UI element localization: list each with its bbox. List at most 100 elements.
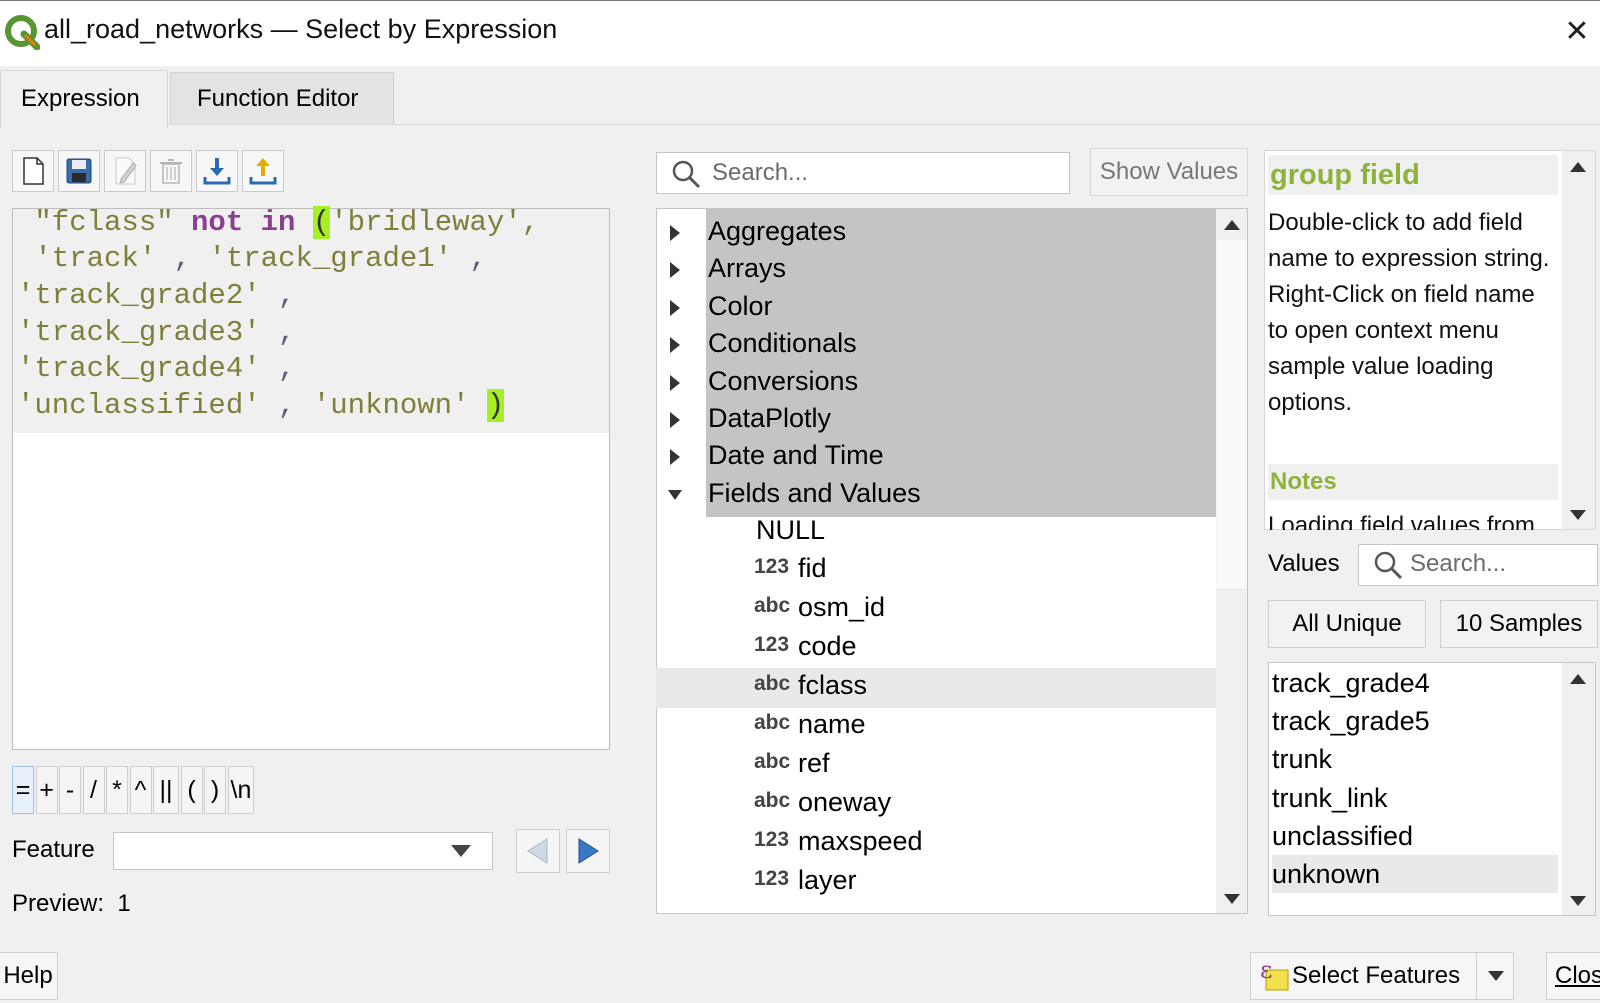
expression-token: ( (312, 206, 331, 239)
select-features-label: Select Features (1292, 962, 1461, 989)
expression-token: , (260, 279, 296, 312)
tree-group-label: Fields and Values (708, 477, 921, 508)
delete-expression-button[interactable] (150, 150, 192, 192)
function-tree-scroll-thumb[interactable] (1217, 240, 1246, 590)
help-notes-text: Loading field values from (1268, 512, 1535, 530)
operator-concat-button[interactable]: || (153, 766, 179, 814)
help-title: group field (1268, 155, 1558, 195)
tree-group-label: DataPlotly (708, 403, 832, 433)
expression-token: 'unclassified' (17, 389, 261, 422)
chevron-right-icon[interactable] (668, 261, 682, 279)
tree-group-arrays[interactable]: Arrays (656, 251, 1216, 289)
expression-line: 'track' , 'track_grade1' , (17, 240, 487, 277)
arrow-left-icon (527, 838, 548, 864)
tree-field-osm_id[interactable]: abc osm_id (656, 590, 1216, 630)
import-expression-button[interactable] (196, 150, 238, 192)
value-item[interactable]: unknown (1272, 855, 1558, 893)
scroll-down-icon[interactable] (1568, 894, 1588, 908)
value-item[interactable]: trunk (1272, 740, 1558, 778)
tree-field-oneway[interactable]: abc oneway (656, 785, 1216, 825)
operator-close-paren-button[interactable]: ) (204, 766, 226, 814)
chevron-right-icon[interactable] (668, 299, 682, 317)
chevron-right-icon[interactable] (668, 224, 682, 242)
tab-expression[interactable]: Expression (0, 70, 168, 128)
tree-field-fid[interactable]: 123 fid (656, 551, 1216, 591)
preview-value: 1 (117, 890, 131, 917)
edit-expression-button[interactable] (104, 150, 146, 192)
tree-group-dataplotly[interactable]: DataPlotly (656, 401, 1216, 439)
close-window-icon[interactable]: ✕ (1560, 12, 1594, 52)
tree-group-date-and-time[interactable]: Date and Time (656, 438, 1216, 476)
scroll-down-icon[interactable] (1568, 508, 1588, 522)
operator-multiply-button[interactable]: * (106, 766, 128, 814)
expression-token: 'track' (17, 242, 157, 275)
operator-plus-button[interactable]: + (35, 766, 58, 814)
save-expression-button[interactable] (58, 150, 100, 192)
tree-field-code[interactable]: 123 code (656, 629, 1216, 669)
text-field-type-icon: abc (754, 789, 791, 812)
help-notes-heading: Notes (1268, 464, 1558, 500)
scroll-up-icon[interactable] (1222, 218, 1242, 232)
tab-function-editor[interactable]: Function Editor (170, 72, 394, 124)
expression-token: 'track_grade4' (17, 352, 261, 385)
ten-samples-button[interactable]: 10 Samples (1440, 600, 1598, 648)
export-icon (249, 158, 277, 185)
operator-minus-button[interactable]: - (59, 766, 81, 814)
tree-group-label: Color (708, 290, 773, 321)
tree-field-maxspeed[interactable]: 123 maxspeed (656, 824, 1216, 864)
tree-group-color[interactable]: Color (656, 289, 1216, 327)
export-expression-button[interactable] (242, 150, 284, 192)
search-icon (1374, 551, 1403, 580)
values-scrollbar[interactable] (1562, 663, 1595, 915)
expression-token: "fclass" (17, 206, 192, 239)
chevron-right-icon[interactable] (668, 411, 682, 429)
value-item[interactable]: track_grade4 (1272, 664, 1558, 702)
expression-token (295, 206, 312, 239)
chevron-down-icon[interactable] (448, 842, 474, 860)
text-field-type-icon: abc (754, 594, 791, 617)
tree-group-aggregates[interactable]: Aggregates (656, 214, 1216, 252)
tree-field-ref[interactable]: abc ref (656, 746, 1216, 786)
tree-group-label: Arrays (708, 253, 787, 284)
operator-open-paren-button[interactable]: ( (180, 766, 203, 814)
operator-divide-button[interactable]: / (82, 766, 105, 814)
previous-feature-button[interactable] (516, 829, 560, 873)
close-button[interactable]: Close (1546, 952, 1600, 1000)
operator-power-button[interactable]: ^ (129, 766, 152, 814)
all-unique-button[interactable]: All Unique (1268, 600, 1426, 648)
select-by-expression-icon: ε (1260, 956, 1289, 991)
help-button[interactable]: Help (0, 952, 58, 1000)
value-item[interactable]: unclassified (1272, 817, 1558, 855)
feature-combobox[interactable] (113, 832, 493, 870)
values-search-placeholder: Search... (1410, 550, 1507, 577)
scroll-down-icon[interactable] (1222, 892, 1242, 906)
save-icon (66, 158, 92, 184)
tree-group-conditionals[interactable]: Conditionals (656, 326, 1216, 364)
next-feature-button[interactable] (566, 829, 610, 873)
value-item[interactable]: trunk_link (1272, 779, 1558, 817)
tree-field-label: fclass (798, 670, 868, 700)
chevron-down-icon[interactable] (666, 486, 684, 504)
show-values-button[interactable]: Show Values (1090, 148, 1248, 196)
value-item[interactable]: track_grade5 (1272, 702, 1558, 740)
tree-field-label: fid (798, 553, 827, 583)
chevron-right-icon[interactable] (668, 336, 682, 354)
expression-token: , (260, 389, 313, 422)
operator-newline-button[interactable]: \n (227, 766, 254, 814)
new-file-icon (23, 157, 44, 185)
scroll-up-icon[interactable] (1568, 672, 1588, 686)
tree-field-label: code (798, 631, 857, 661)
scroll-up-icon[interactable] (1568, 160, 1588, 174)
tree-field-fclass[interactable]: abc fclass (656, 668, 1216, 708)
tree-field-name[interactable]: abc name (656, 707, 1216, 747)
tree-group-fields-and-values[interactable]: Fields and Values (656, 476, 1216, 514)
select-features-dropdown[interactable] (1476, 952, 1514, 1000)
tree-field-layer[interactable]: 123 layer (656, 863, 1216, 903)
help-scrollbar[interactable] (1562, 151, 1595, 529)
tree-field-null[interactable]: NULL (656, 513, 1216, 553)
chevron-right-icon[interactable] (668, 374, 682, 392)
new-expression-button[interactable] (12, 150, 54, 192)
tree-group-conversions[interactable]: Conversions (656, 364, 1216, 402)
chevron-right-icon[interactable] (668, 448, 682, 466)
operator-equals-button[interactable]: = (12, 766, 34, 814)
